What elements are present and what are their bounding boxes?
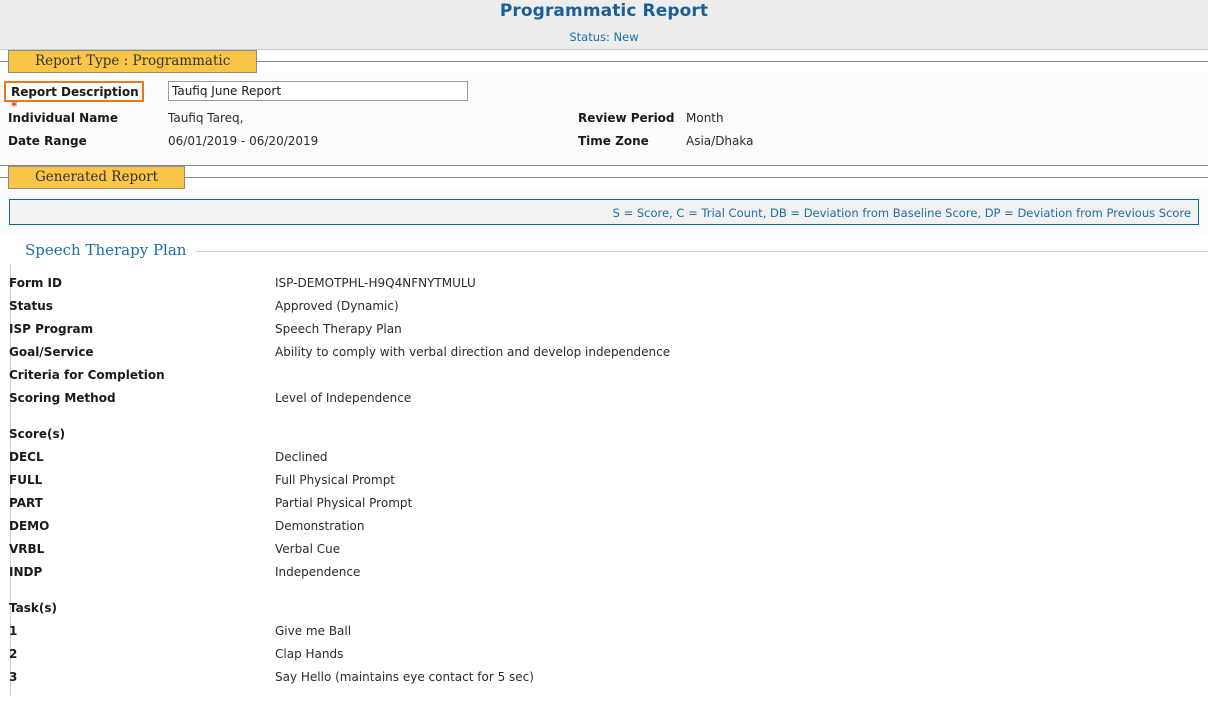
plan-divider — [192, 251, 1208, 252]
score-code-full: FULL — [9, 473, 43, 487]
report-info-grid: Report Description * Individual Name Tau… — [0, 73, 1208, 165]
detail-row: Scoring Method Level of Independence — [9, 391, 1208, 414]
score-code-part: PART — [9, 496, 43, 510]
detail-row: Criteria for Completion — [9, 368, 1208, 391]
review-period-label: Review Period — [578, 111, 675, 125]
isp-program-label: ISP Program — [9, 322, 94, 336]
task-name-3: Say Hello (maintains eye contact for 5 s… — [275, 670, 534, 684]
isp-program-value: Speech Therapy Plan — [275, 322, 402, 336]
score-row: VRBL Verbal Cue — [9, 542, 1208, 565]
report-type-legend-row: Report Type : Programmatic — [0, 50, 1208, 73]
report-type-legend: Report Type : Programmatic — [8, 50, 258, 73]
score-row: INDP Independence — [9, 565, 1208, 588]
status-badge: Status: New — [569, 30, 639, 44]
scoring-method-value: Level of Independence — [275, 391, 412, 405]
tasks-heading-text: Task(s) — [9, 601, 57, 615]
task-number-1: 1 — [9, 624, 18, 638]
scores-heading-text: Score(s) — [9, 427, 66, 441]
score-code-vrbl: VRBL — [9, 542, 45, 556]
detail-row: Status Approved (Dynamic) — [9, 299, 1208, 322]
report-description-label-text: Report Description — [11, 85, 139, 99]
score-label-vrbl: Verbal Cue — [275, 542, 341, 556]
score-key-legend: S = Score, C = Trial Count, DB = Deviati… — [9, 199, 1199, 225]
review-period-value: Month — [686, 111, 724, 125]
detail-row: Goal/Service Ability to comply with verb… — [9, 345, 1208, 368]
form-id-label: Form ID — [9, 276, 62, 290]
generated-report-legend-row: Generated Report — [0, 166, 1208, 189]
goal-service-value: Ability to comply with verbal direction … — [275, 345, 671, 359]
score-label-demo: Demonstration — [275, 519, 365, 533]
score-row: DECL Declined — [9, 450, 1208, 473]
detail-row: ISP Program Speech Therapy Plan — [9, 322, 1208, 345]
score-label-full: Full Physical Prompt — [275, 473, 396, 487]
date-range-label: Date Range — [8, 134, 87, 148]
date-range-value: 06/01/2019 - 06/20/2019 — [168, 134, 319, 148]
goal-service-label: Goal/Service — [9, 345, 94, 359]
report-description-label: Report Description * — [4, 81, 144, 113]
page-title: Programmatic Report — [499, 1, 709, 21]
tasks-heading: Task(s) — [9, 601, 1208, 624]
time-zone-label: Time Zone — [578, 134, 649, 148]
task-name-1: Give me Ball — [275, 624, 352, 638]
score-row: FULL Full Physical Prompt — [9, 473, 1208, 496]
status-value: Approved (Dynamic) — [275, 299, 399, 313]
report-type-panel: Report Description * Individual Name Tau… — [0, 73, 1208, 166]
score-label-indp: Independence — [275, 565, 361, 579]
task-row: 2 Clap Hands — [9, 647, 1208, 670]
status-label: Status — [9, 299, 53, 313]
plan-title: Speech Therapy Plan — [25, 240, 197, 260]
form-id-value: ISP-DEMOTPHL-H9Q4NFNYTMULU — [275, 276, 476, 290]
generated-report-legend: Generated Report — [8, 166, 186, 189]
report-description-input[interactable] — [168, 81, 468, 101]
score-label-decl: Declined — [275, 450, 328, 464]
score-label-part: Partial Physical Prompt — [275, 496, 413, 510]
app-header: Programmatic Report Status: New — [0, 0, 1208, 50]
score-code-indp: INDP — [9, 565, 43, 579]
score-code-demo: DEMO — [9, 519, 50, 533]
score-row: PART Partial Physical Prompt — [9, 496, 1208, 519]
task-number-3: 3 — [9, 670, 18, 684]
individual-name-value: Taufiq Tareq, — [168, 111, 244, 125]
plan-body: Form ID ISP-DEMOTPHL-H9Q4NFNYTMULU Statu… — [9, 264, 1208, 696]
plan-header: Speech Therapy Plan — [0, 240, 1208, 264]
individual-name-label: Individual Name — [8, 111, 118, 125]
task-row: 3 Say Hello (maintains eye contact for 5… — [9, 670, 1208, 693]
task-name-2: Clap Hands — [275, 647, 344, 661]
score-code-decl: DECL — [9, 450, 44, 464]
scoring-method-label: Scoring Method — [9, 391, 116, 405]
task-number-2: 2 — [9, 647, 18, 661]
report-type-section: Report Type : Programmatic Report Descri… — [0, 50, 1208, 166]
task-row: 1 Give me Ball — [9, 624, 1208, 647]
scores-heading: Score(s) — [9, 427, 1208, 450]
detail-row: Form ID ISP-DEMOTPHL-H9Q4NFNYTMULU — [9, 276, 1208, 299]
time-zone-value: Asia/Dhaka — [686, 134, 754, 148]
generated-report-section: Generated Report S = Score, C = Trial Co… — [0, 166, 1208, 696]
score-key-wrap: S = Score, C = Trial Count, DB = Deviati… — [0, 189, 1208, 236]
criteria-for-completion-label: Criteria for Completion — [9, 368, 165, 382]
score-row: DEMO Demonstration — [9, 519, 1208, 542]
